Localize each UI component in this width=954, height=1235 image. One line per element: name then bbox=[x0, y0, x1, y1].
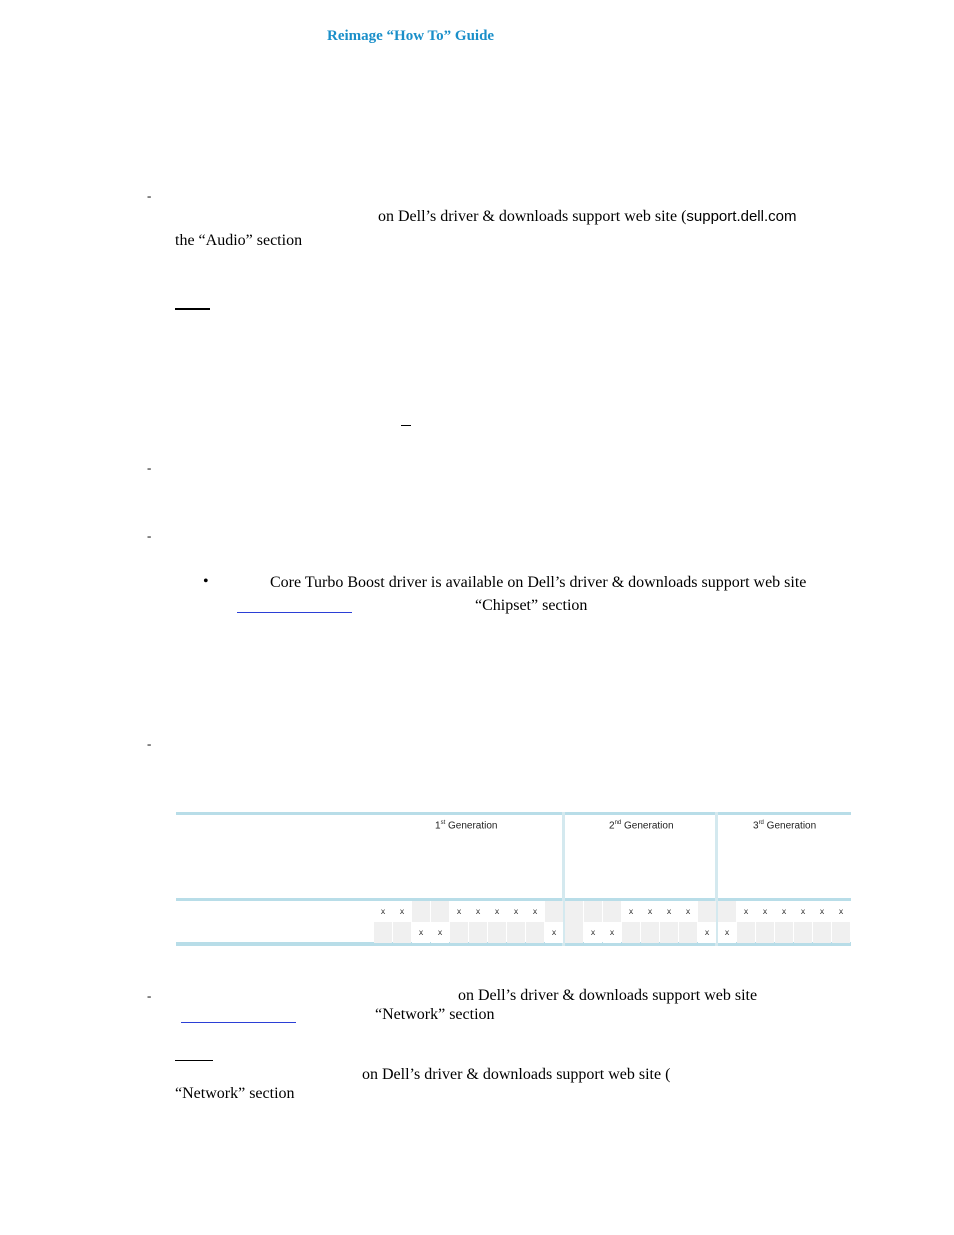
table-cell: x bbox=[794, 901, 812, 922]
table-cell bbox=[488, 922, 506, 943]
table-cell bbox=[565, 901, 583, 922]
table-cell bbox=[641, 922, 659, 943]
turbo-text-line2: “Chipset” section bbox=[475, 597, 588, 614]
table-cell: x bbox=[698, 922, 716, 943]
table-cell: x bbox=[603, 922, 621, 943]
table-cell bbox=[737, 922, 755, 943]
table-cell bbox=[698, 901, 716, 922]
list-dash: - bbox=[147, 460, 152, 475]
table-cell: x bbox=[450, 901, 468, 922]
table-cell bbox=[526, 922, 544, 943]
table-cell: x bbox=[374, 901, 392, 922]
audio-text-line1: on Dell’s driver & downloads support web… bbox=[378, 207, 796, 227]
audio-text-line2: the “Audio” section bbox=[175, 232, 303, 249]
table-cell bbox=[374, 922, 392, 943]
table-cell: x bbox=[545, 922, 563, 943]
audio-line1: on Dell’s driver & downloads support web… bbox=[378, 208, 687, 225]
list-dash: - bbox=[147, 736, 152, 751]
table-cell bbox=[775, 922, 793, 943]
table-cell: x bbox=[641, 901, 659, 922]
table-cell: x bbox=[507, 901, 525, 922]
network-text-line3: on Dell’s driver & downloads support web… bbox=[362, 1066, 671, 1083]
table-cell bbox=[679, 922, 697, 943]
table-cell bbox=[603, 901, 621, 922]
list-dash: - bbox=[147, 188, 152, 203]
network-text-line1: on Dell’s driver & downloads support web… bbox=[458, 987, 758, 1004]
table-cell: x bbox=[660, 901, 678, 922]
table-cell bbox=[756, 922, 774, 943]
table-cell bbox=[412, 901, 430, 922]
table-cell: x bbox=[412, 922, 430, 943]
table-cell bbox=[622, 922, 640, 943]
table-cell: x bbox=[393, 901, 411, 922]
table-cell: x bbox=[469, 901, 487, 922]
underline-rule bbox=[401, 425, 411, 426]
generation-table: 1st Generation 2nd Generation 3rd Genera… bbox=[176, 812, 851, 946]
table-cell: x bbox=[718, 922, 736, 943]
table-cell bbox=[393, 922, 411, 943]
table-cell: x bbox=[431, 922, 449, 943]
network-text-line2: “Network” section bbox=[375, 1006, 495, 1023]
list-dash: - bbox=[147, 988, 152, 1003]
table-cell bbox=[718, 901, 736, 922]
table-cell: x bbox=[813, 901, 831, 922]
table-cell: x bbox=[526, 901, 544, 922]
underline-rule bbox=[175, 1060, 213, 1061]
table-cell bbox=[507, 922, 525, 943]
list-dash: - bbox=[147, 528, 152, 543]
table-cell: x bbox=[775, 901, 793, 922]
table-cell bbox=[565, 922, 583, 943]
gen-header-3: 3rd Generation bbox=[753, 820, 817, 832]
table-cell bbox=[450, 922, 468, 943]
table-cell: x bbox=[488, 901, 506, 922]
support-link[interactable] bbox=[181, 1022, 296, 1023]
support-site-text: support.dell.com bbox=[686, 208, 797, 225]
table-cell bbox=[660, 922, 678, 943]
underline-rule bbox=[175, 308, 210, 310]
table-cell: x bbox=[832, 901, 850, 922]
table-cell bbox=[584, 901, 602, 922]
table-cell bbox=[832, 922, 850, 943]
table-cell bbox=[545, 901, 563, 922]
bullet-icon: • bbox=[203, 573, 209, 590]
table-cell: x bbox=[679, 901, 697, 922]
network-text-line4: “Network” section bbox=[175, 1085, 295, 1102]
table-cell bbox=[794, 922, 812, 943]
document-header-title: Reimage “How To” Guide bbox=[327, 28, 495, 44]
table-cell bbox=[431, 901, 449, 922]
table-top-border bbox=[176, 812, 851, 815]
table-cell: x bbox=[584, 922, 602, 943]
table-cell: x bbox=[756, 901, 774, 922]
table-cell bbox=[813, 922, 831, 943]
turbo-text-line1: Core Turbo Boost driver is available on … bbox=[270, 574, 807, 591]
gen-header-2: 2nd Generation bbox=[609, 820, 674, 832]
table-cell: x bbox=[737, 901, 755, 922]
gen-header-1: 1st Generation bbox=[435, 820, 498, 832]
support-link[interactable] bbox=[237, 612, 352, 613]
table-cell: x bbox=[622, 901, 640, 922]
table-cell bbox=[469, 922, 487, 943]
